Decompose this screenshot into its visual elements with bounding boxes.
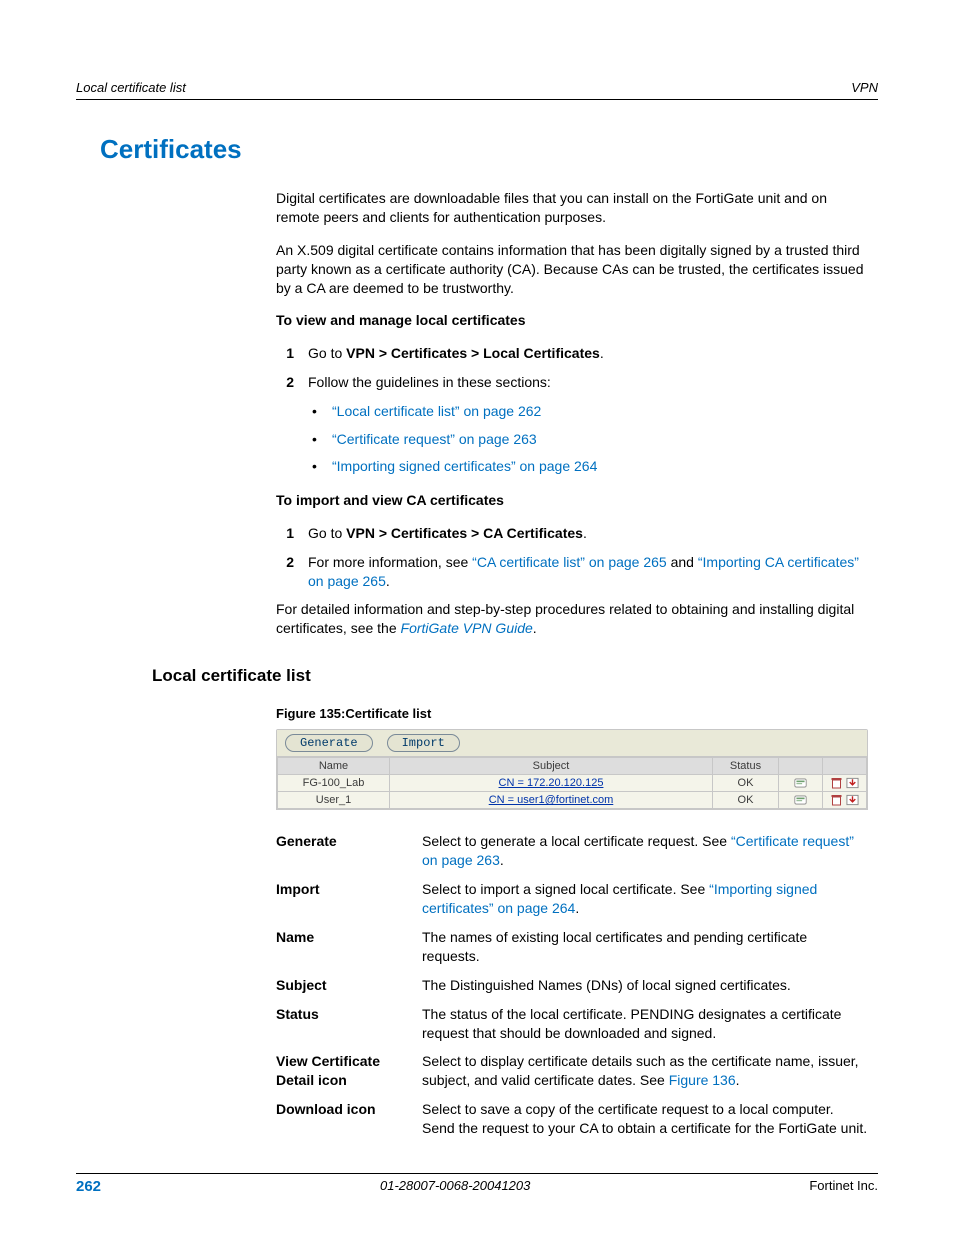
subject-link[interactable]: CN = user1@fortinet.com: [489, 794, 614, 806]
step-text-bold: VPN > Certificates > Local Certificates: [346, 345, 600, 361]
def-download-icon: Download icon Select to save a copy of t…: [276, 1100, 868, 1138]
def-term: Import: [276, 880, 422, 918]
doc-id: 01-28007-0068-20041203: [380, 1178, 530, 1195]
proc2-step-2: 2 For more information, see “CA certific…: [276, 553, 868, 591]
cell-status: OK: [713, 775, 779, 792]
def-body: Select to import a signed local certific…: [422, 880, 868, 918]
running-header-right: VPN: [851, 80, 878, 95]
def-term: Subject: [276, 976, 422, 995]
step-number: 2: [264, 373, 294, 392]
proc1-step-1: 1 Go to VPN > Certificates > Local Certi…: [276, 344, 868, 363]
step-text-pre: For more information, see: [308, 554, 472, 570]
proc2-step-1: 1 Go to VPN > Certificates > CA Certific…: [276, 524, 868, 543]
table-row: User_1 CN = user1@fortinet.com OK: [278, 792, 867, 809]
cell-action-view: [779, 792, 823, 809]
xref-link[interactable]: “CA certificate list” on page 265: [472, 554, 667, 570]
xref-link[interactable]: “Importing signed certificates” on page …: [332, 458, 597, 474]
step-text-pre: Go to: [308, 525, 346, 541]
def-subject: Subject The Distinguished Names (DNs) of…: [276, 976, 868, 995]
page-number: 262: [76, 1178, 101, 1195]
table-row: FG-100_Lab CN = 172.20.120.125 OK: [278, 775, 867, 792]
def-body: Select to save a copy of the certificate…: [422, 1100, 868, 1138]
proc1-step-2: 2 Follow the guidelines in these section…: [276, 373, 868, 392]
cell-subject: CN = user1@fortinet.com: [390, 792, 713, 809]
running-header: Local certificate list VPN: [76, 80, 878, 100]
table-header-row: Name Subject Status: [278, 758, 867, 775]
step-number: 1: [264, 524, 294, 543]
view-detail-icon[interactable]: [794, 794, 807, 806]
col-name-header: Name: [278, 758, 390, 775]
bullet-item: “Importing signed certificates” on page …: [276, 457, 868, 477]
company-name: Fortinet Inc.: [809, 1178, 878, 1195]
cert-toolbar: Generate Import: [277, 730, 867, 757]
page-footer: 262 01-28007-0068-20041203 Fortinet Inc.: [76, 1173, 878, 1195]
cell-name: FG-100_Lab: [278, 775, 390, 792]
figure-caption: Figure 135:Certificate list: [276, 706, 868, 721]
cell-name: User_1: [278, 792, 390, 809]
detail-post: .: [533, 620, 537, 636]
cell-action-del-dl: [823, 792, 867, 809]
xref-link[interactable]: Figure 136: [669, 1072, 736, 1088]
def-term: Download icon: [276, 1100, 422, 1138]
import-button[interactable]: Import: [387, 734, 460, 752]
certificate-list-screenshot: Generate Import Name Subject Status FG-1…: [276, 729, 868, 810]
step-number: 1: [264, 344, 294, 363]
step-text-post: .: [583, 525, 587, 541]
cell-action-del-dl: [823, 775, 867, 792]
col-status-header: Status: [713, 758, 779, 775]
def-body: Select to generate a local certificate r…: [422, 832, 868, 870]
intro-para-1: Digital certificates are downloadable fi…: [276, 189, 868, 227]
download-icon[interactable]: [846, 794, 859, 806]
def-body: The Distinguished Names (DNs) of local s…: [422, 976, 868, 995]
def-generate: Generate Select to generate a local cert…: [276, 832, 868, 870]
def-term: View Certificate Detail icon: [276, 1052, 422, 1090]
page-title: Certificates: [100, 134, 878, 165]
subject-link[interactable]: CN = 172.20.120.125: [499, 777, 604, 789]
def-body: The names of existing local certificates…: [422, 928, 868, 966]
step-text-bold: VPN > Certificates > CA Certificates: [346, 525, 583, 541]
def-name: Name The names of existing local certifi…: [276, 928, 868, 966]
def-status: Status The status of the local certifica…: [276, 1005, 868, 1043]
def-import: Import Select to import a signed local c…: [276, 880, 868, 918]
section-heading: Local certificate list: [152, 666, 878, 686]
intro-para-2: An X.509 digital certificate contains in…: [276, 241, 868, 298]
step-number: 2: [264, 553, 294, 572]
col-subject-header: Subject: [390, 758, 713, 775]
bullet-item: “Local certificate list” on page 262: [276, 402, 868, 422]
step-text: Follow the guidelines in these sections:: [308, 374, 551, 390]
def-term: Name: [276, 928, 422, 966]
detail-para: For detailed information and step-by-ste…: [276, 600, 868, 638]
xref-link[interactable]: “Certificate request” on page 263: [332, 431, 537, 447]
xref-link[interactable]: “Local certificate list” on page 262: [332, 403, 541, 419]
cert-table: Name Subject Status FG-100_Lab CN = 172.…: [277, 757, 867, 809]
running-header-left: Local certificate list: [76, 80, 186, 95]
delete-icon[interactable]: [830, 777, 843, 789]
cell-subject: CN = 172.20.120.125: [390, 775, 713, 792]
def-term: Generate: [276, 832, 422, 870]
bullet-list: “Local certificate list” on page 262 “Ce…: [276, 402, 868, 477]
delete-icon[interactable]: [830, 794, 843, 806]
view-detail-icon[interactable]: [794, 777, 807, 789]
def-body: The status of the local certificate. PEN…: [422, 1005, 868, 1043]
generate-button[interactable]: Generate: [285, 734, 373, 752]
cell-status: OK: [713, 792, 779, 809]
step-text-post: .: [600, 345, 604, 361]
guide-link[interactable]: FortiGate VPN Guide: [401, 620, 533, 636]
procedure-heading-1: To view and manage local certificates: [276, 311, 868, 330]
col-blank-header: [823, 758, 867, 775]
step-text-post: .: [386, 573, 390, 589]
step-text-pre: Go to: [308, 345, 346, 361]
download-icon[interactable]: [846, 777, 859, 789]
col-blank-header: [779, 758, 823, 775]
def-term: Status: [276, 1005, 422, 1043]
def-view-icon: View Certificate Detail icon Select to d…: [276, 1052, 868, 1090]
cell-action-view: [779, 775, 823, 792]
bullet-item: “Certificate request” on page 263: [276, 430, 868, 450]
procedure-heading-2: To import and view CA certificates: [276, 491, 868, 510]
step-text-mid: and: [667, 554, 698, 570]
detail-pre: For detailed information and step-by-ste…: [276, 601, 854, 636]
def-body: Select to display certificate details su…: [422, 1052, 868, 1090]
